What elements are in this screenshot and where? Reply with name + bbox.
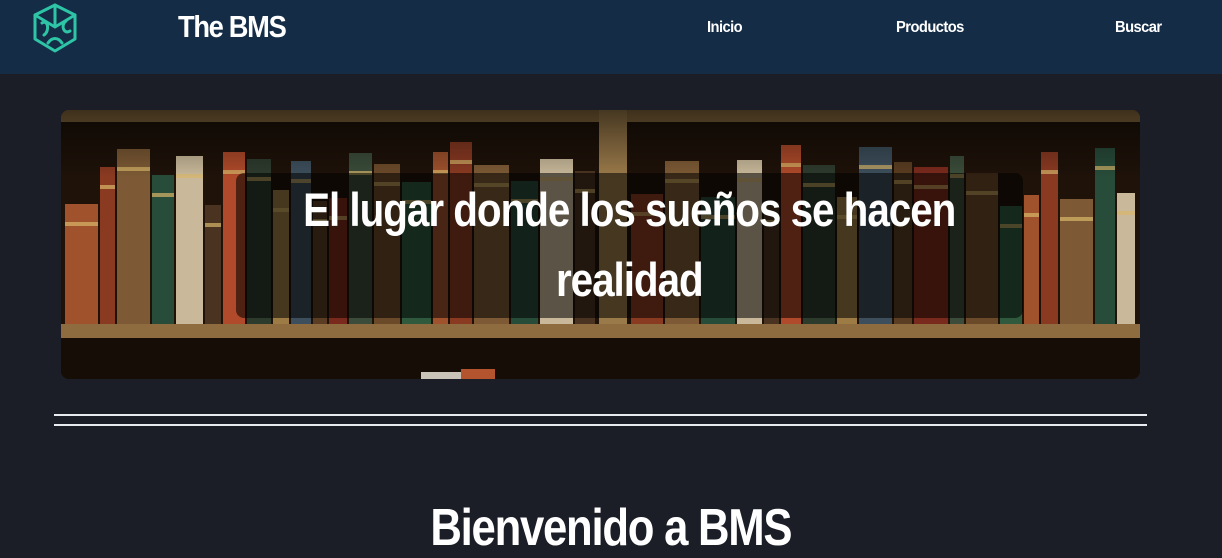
nav-link-inicio[interactable]: Inicio bbox=[707, 19, 743, 37]
brand-name[interactable]: The BMS bbox=[178, 9, 287, 45]
brand-logo-icon[interactable] bbox=[28, 1, 82, 55]
nav-link-buscar[interactable]: Buscar bbox=[1115, 19, 1162, 37]
navbar: The BMS Inicio Productos Buscar bbox=[0, 0, 1222, 74]
hero-banner: El lugar donde los sueños se hacen reali… bbox=[61, 110, 1140, 379]
nav-link-productos[interactable]: Productos bbox=[896, 19, 964, 37]
hero-caption: El lugar donde los sueños se hacen reali… bbox=[236, 173, 1023, 318]
hero-caption-line2: realidad bbox=[556, 253, 704, 306]
welcome-heading: Bienvenido a BMS bbox=[0, 498, 1222, 558]
divider-top bbox=[54, 414, 1147, 416]
hero-caption-line1: El lugar donde los sueños se hacen bbox=[303, 183, 956, 236]
divider-bottom bbox=[54, 424, 1147, 426]
welcome-heading-text: Bienvenido a BMS bbox=[430, 498, 793, 557]
